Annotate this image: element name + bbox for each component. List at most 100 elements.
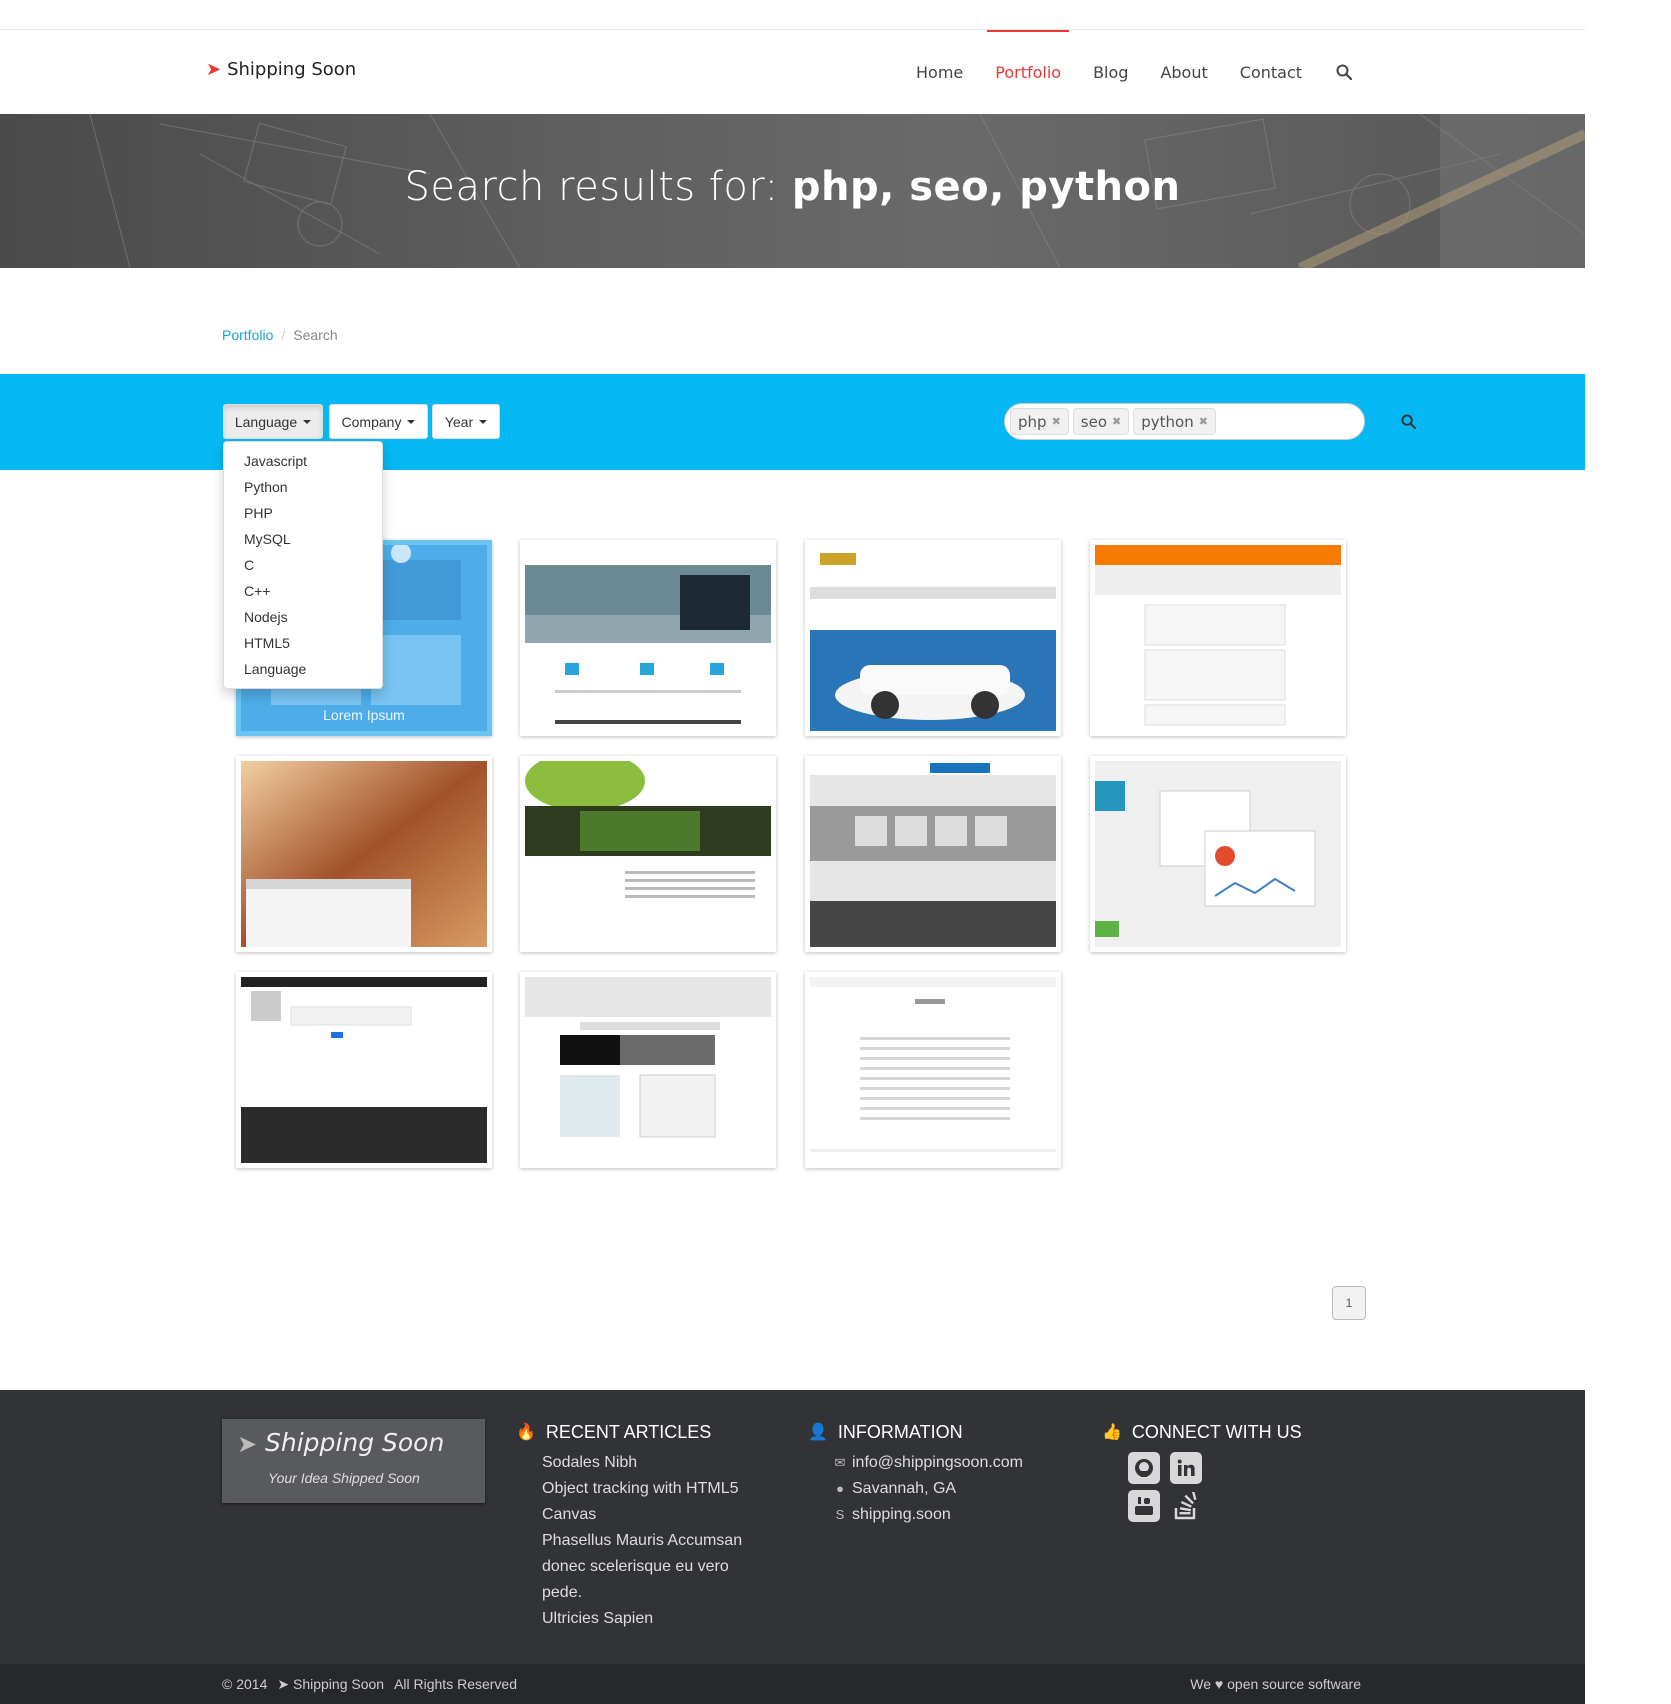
social-links [1128,1452,1302,1522]
language-option[interactable]: HTML5 [224,630,382,656]
search-input[interactable] [1219,406,1401,437]
portfolio-item[interactable] [1090,756,1346,952]
caret-down-icon [479,419,488,424]
remove-tag-icon[interactable]: ✖ [1112,415,1121,428]
breadcrumb-portfolio[interactable]: Portfolio [222,327,273,343]
search-icon [1336,64,1353,80]
portfolio-item[interactable] [1090,540,1346,736]
portfolio-item[interactable] [520,540,776,736]
year-label: Year [444,413,474,430]
copyright: © 2014 ➤ Shipping Soon All Rights Reserv… [222,1676,517,1693]
portfolio-item[interactable] [520,972,776,1168]
language-option[interactable]: Nodejs [224,604,382,630]
thumb-products [810,977,1056,1163]
paper-plane-icon: ➤ [277,1676,290,1692]
youtube-icon[interactable] [1128,1490,1160,1522]
search-tag: php ✖ [1010,408,1069,435]
paper-plane-icon: ➤ [237,1431,258,1458]
pagination-page[interactable]: 1 [1332,1286,1366,1320]
github-icon[interactable] [1128,1452,1160,1484]
recent-articles-title: RECENT ARTICLES [545,1421,712,1442]
article-link[interactable]: Ultricies Sapien [542,1606,742,1632]
thumb-used-cars [810,761,1056,947]
portfolio-item[interactable] [236,756,492,952]
site-logo[interactable]: ➤ Shipping Soon [206,59,356,80]
thumb-alpha-phi [525,977,771,1163]
language-option[interactable]: Language [224,656,382,682]
language-option[interactable]: MySQL [224,526,382,552]
linkedin-glyph [1177,1459,1195,1476]
page-title: Search results for: php, seo, python [0,164,1585,210]
nav-search-button[interactable] [1324,30,1364,114]
information: 👤 INFORMATION ✉ info@shippingsoon.com ● Sav… [808,1420,1023,1528]
article-link[interactable]: pede. [542,1580,742,1606]
language-option[interactable]: Python [224,474,382,500]
skype-row[interactable]: Sshipping.soon [834,1502,1023,1528]
recent-articles-heading: 🔥 RECENT ARTICLES [516,1420,742,1444]
remove-tag-icon[interactable]: ✖ [1052,415,1061,428]
nav-portfolio[interactable]: Portfolio [979,30,1077,114]
footer-brand-name: Shipping Soon [265,1428,445,1457]
nav-contact[interactable]: Contact [1224,30,1318,114]
connect-title: CONNECT WITH US [1131,1421,1302,1442]
language-option[interactable]: C++ [224,578,382,604]
breadcrumb-separator: / [281,327,286,343]
breadcrumb: Portfolio / Search [222,327,338,343]
article-link[interactable]: Canvas [542,1502,742,1528]
search-icon [1401,414,1416,429]
paper-plane-icon: ➤ [206,59,222,80]
portfolio-item[interactable] [805,756,1061,952]
thumb-green-leaves [525,761,771,947]
article-link[interactable]: Object tracking with HTML5 [542,1476,742,1502]
portfolio-item[interactable] [805,972,1061,1168]
remove-tag-icon[interactable]: ✖ [1199,415,1208,428]
nav-about[interactable]: About [1144,30,1223,114]
stack-overflow-icon[interactable] [1170,1490,1202,1522]
email-row[interactable]: ✉ info@shippingsoon.com [834,1450,1023,1476]
portfolio-item[interactable] [236,972,492,1168]
item-caption: Lorem Ipsum [323,707,405,723]
language-option[interactable]: Javascript [224,448,382,474]
company-label: Company [341,413,402,430]
language-option[interactable]: C [224,552,382,578]
copyright-year: © 2014 [222,1676,268,1692]
flame-icon: 🔥 [516,1424,536,1441]
portfolio-item[interactable] [805,540,1061,736]
article-link[interactable]: Phasellus Mauris Accumsan [542,1528,742,1554]
title-query: php, seo, python [791,164,1181,210]
company-dropdown[interactable]: Company [329,404,428,439]
main-nav: Home Portfolio Blog About Contact [900,30,1364,114]
year-dropdown[interactable]: Year [432,404,500,439]
footer-brand-tagline: Your Idea Shipped Soon [268,1470,420,1486]
open-source-love: We ♥ open source software [1190,1676,1361,1692]
connect-heading: 👍 CONNECT WITH US [1102,1420,1302,1444]
article-link[interactable]: Sodales Nibh [542,1450,742,1476]
recent-articles-list: Sodales Nibh Object tracking with HTML5 … [542,1450,742,1632]
nav-home[interactable]: Home [900,30,979,114]
thumb-shipping-soon [525,545,771,731]
site-footer: ➤ Shipping Soon Your Idea Shipped Soon 🔥… [0,1390,1585,1664]
title-prefix: Search results for: [404,164,792,210]
site-header: ➤ Shipping Soon Home Portfolio Blog Abou… [0,30,1585,114]
information-heading: 👤 INFORMATION [808,1420,1023,1444]
search-submit-button[interactable] [1401,404,1416,440]
email-text: info@shippingsoon.com [852,1454,1024,1471]
bottom-brand[interactable]: ➤ Shipping Soon [277,1676,384,1693]
tag-label: seo [1080,412,1108,431]
linkedin-icon[interactable] [1170,1452,1202,1484]
search-tag: python ✖ [1133,408,1216,435]
github-glyph [1135,1459,1153,1477]
portfolio-item[interactable] [520,756,776,952]
article-link[interactable]: donec scelerisque eu vero [542,1554,742,1580]
location-text: Savannah, GA [852,1480,957,1497]
nav-blog[interactable]: Blog [1077,30,1144,114]
tag-label: php [1018,412,1047,431]
language-option[interactable]: PHP [224,500,382,526]
recent-articles: 🔥 RECENT ARTICLES Sodales Nibh Object tra… [516,1420,742,1632]
tag-label: python [1141,412,1194,431]
footer-brand[interactable]: ➤ Shipping Soon Your Idea Shipped Soon [222,1419,485,1503]
search-tag: seo ✖ [1072,408,1130,435]
language-dropdown[interactable]: Language [223,404,323,439]
caret-down-icon [407,419,416,424]
stack-overflow-glyph [1174,1492,1197,1520]
